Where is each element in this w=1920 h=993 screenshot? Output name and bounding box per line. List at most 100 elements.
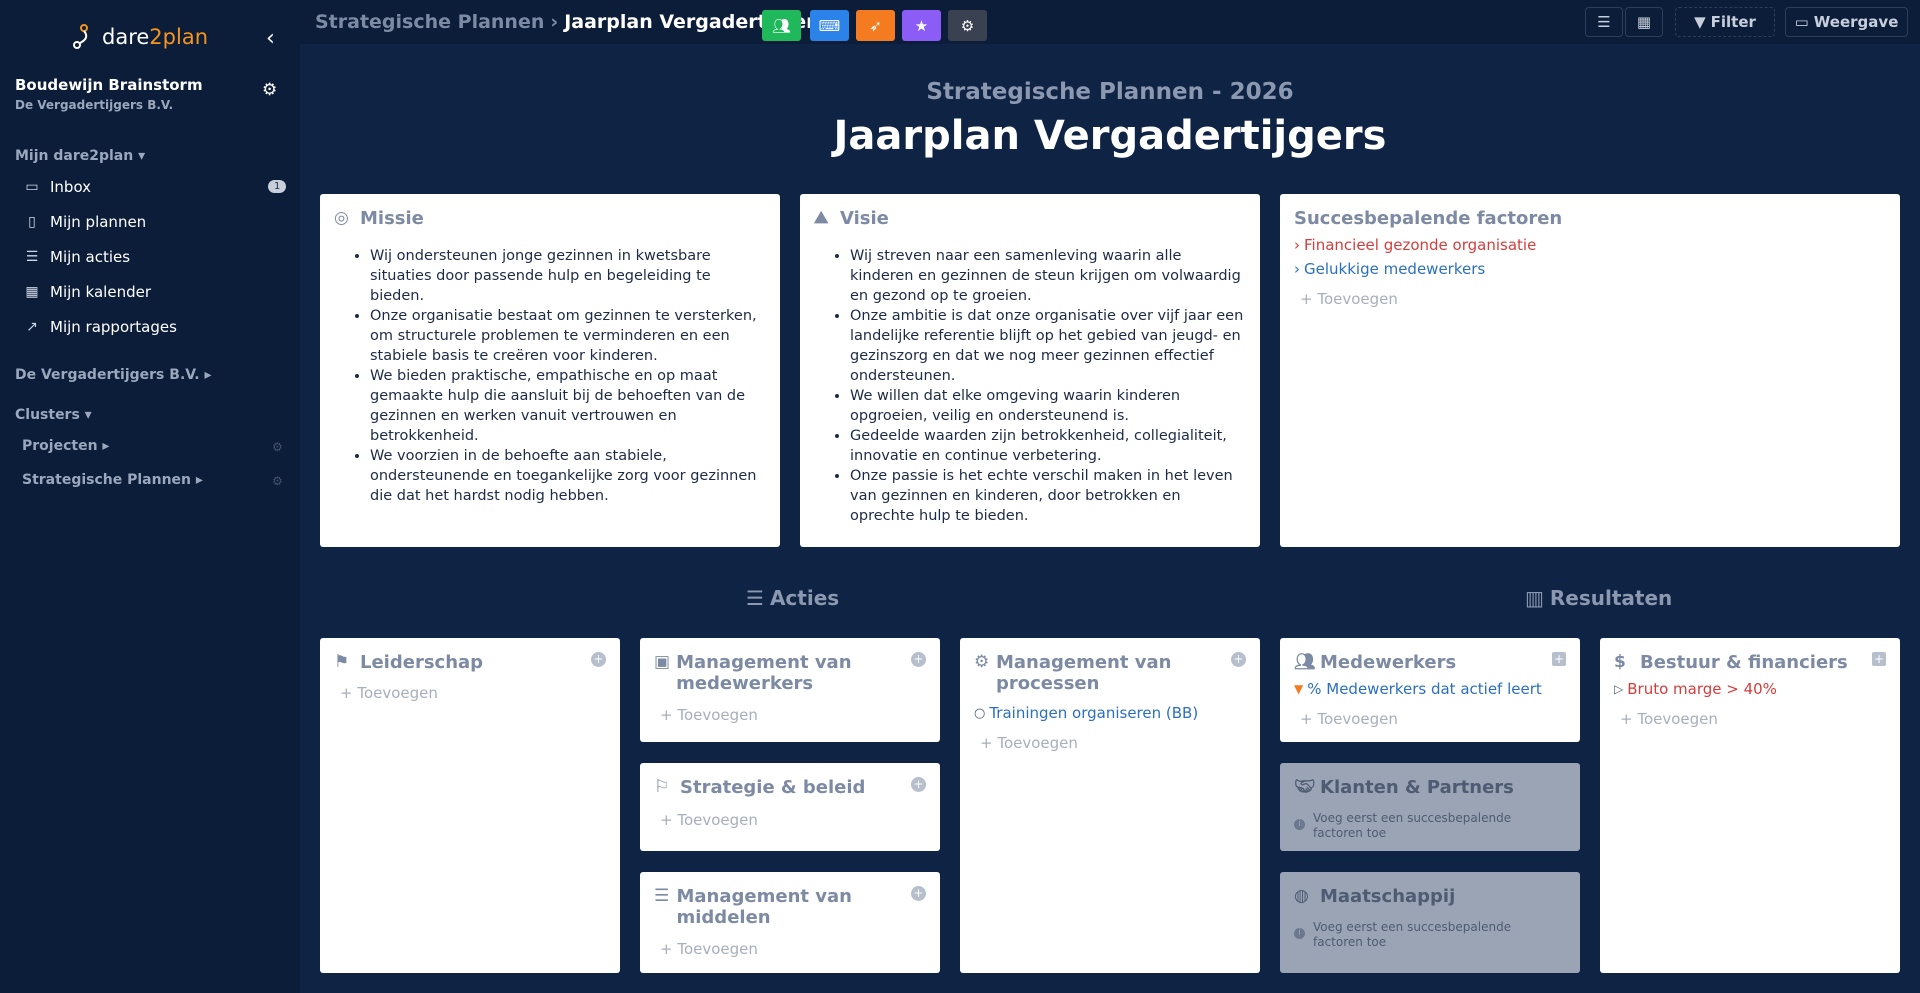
sbf-add-link[interactable]: + Toevoegen bbox=[1300, 290, 1398, 308]
sidebar-item-label: Mijn rapportages bbox=[50, 318, 177, 336]
missie-title: ◎ Missie bbox=[334, 208, 424, 229]
handshake-icon: 🤝︎ bbox=[1294, 777, 1316, 797]
mgmt-medewerkers-title: ▣ Management van medewerkers bbox=[654, 652, 904, 694]
grid-icon: ▦ bbox=[1636, 13, 1652, 31]
missie-title-text: Missie bbox=[360, 208, 424, 229]
collapse-sidebar-chevron-left-icon[interactable]: ‹ bbox=[266, 26, 275, 51]
inbox-count-badge: 1 bbox=[268, 180, 287, 193]
sidebar-item-mijn-rapportages[interactable]: ↗ Mijn rapportages bbox=[24, 318, 292, 336]
visie-title: ⛰ Visie bbox=[814, 208, 889, 229]
app-logo[interactable]: dare2plan bbox=[72, 22, 208, 52]
team-users-button[interactable]: 👥︎ bbox=[762, 10, 801, 41]
breadcrumb-chevron-icon: › bbox=[550, 11, 559, 33]
action-item-label: Trainingen organiseren (BB) bbox=[989, 704, 1199, 722]
money-bag-icon: $ bbox=[1614, 652, 1626, 672]
weergave-button[interactable]: ▭ Weergave bbox=[1785, 7, 1908, 37]
settings-gears-button[interactable]: ⚙ bbox=[948, 10, 987, 41]
sidebar-item-mijn-kalender[interactable]: ▦ Mijn kalender bbox=[24, 283, 292, 301]
section-mijn-dare2plan[interactable]: Mijn dare2plan ▾ bbox=[15, 148, 145, 164]
monitor-icon: ▭ bbox=[1794, 13, 1809, 31]
info-icon: i bbox=[1294, 819, 1305, 830]
sbf-item-financieel[interactable]: › Financieel gezonde organisatie bbox=[1294, 236, 1536, 254]
favorite-star-button[interactable]: ★ bbox=[902, 10, 941, 41]
rocket-button[interactable]: ➶ bbox=[856, 10, 895, 41]
leiderschap-title-text: Leiderschap bbox=[360, 652, 484, 673]
result-item-bruto-marge[interactable]: ▷ Bruto marge > 40% bbox=[1614, 680, 1777, 698]
mgmt-processen-title: ⚙ Management van processen bbox=[974, 652, 1224, 694]
mgmt-middelen-add-button[interactable]: + bbox=[911, 886, 926, 901]
signpost-icon: ⚐ bbox=[654, 777, 670, 797]
sidebar-item-mijn-plannen[interactable]: ▯ Mijn plannen bbox=[24, 213, 292, 231]
sidebar-item-inbox[interactable]: ▭ Inbox bbox=[24, 178, 292, 196]
cluster-strategische-plannen-gear-icon[interactable]: ⚙ bbox=[272, 474, 283, 488]
keyboard-button[interactable]: ⌨ bbox=[810, 10, 849, 41]
mgmt-middelen-title: ☰ Management van middelen bbox=[654, 886, 904, 928]
sidebar: dare2plan ‹ Boudewijn Brainstorm De Verg… bbox=[0, 0, 300, 993]
chart-line-icon: ↗ bbox=[26, 319, 38, 335]
cluster-projecten-gear-icon[interactable]: ⚙ bbox=[272, 440, 283, 454]
plan-subtitle: Strategische Plannen - 2026 bbox=[926, 79, 1294, 105]
result-item-medewerkers-leert[interactable]: ▼ % Medewerkers dat actief leert bbox=[1294, 680, 1542, 698]
maatschappij-title-text: Maatschappij bbox=[1320, 886, 1456, 907]
acties-heading-text: Acties bbox=[769, 586, 840, 610]
view-grid-button[interactable]: ▦ bbox=[1625, 7, 1663, 37]
klanten-partners-card: 🤝︎ Klanten & Partners i Voeg eerst een s… bbox=[1280, 763, 1580, 851]
mgmt-medewerkers-add-button[interactable]: + bbox=[911, 652, 926, 667]
resultaten-heading: ▥ Resultaten bbox=[1525, 586, 1672, 610]
user-name: Boudewijn Brainstorm bbox=[15, 76, 203, 94]
add-label: Toevoegen bbox=[997, 734, 1078, 752]
add-label: Toevoegen bbox=[1317, 290, 1398, 308]
strategie-add-link[interactable]: + Toevoegen bbox=[660, 811, 758, 829]
target-icon: ◎ bbox=[334, 208, 349, 228]
sidebar-item-label: Inbox bbox=[50, 178, 92, 196]
bestuur-add-link[interactable]: + Toevoegen bbox=[1620, 710, 1718, 728]
rows-icon: ☰ bbox=[1597, 13, 1611, 31]
medewerkers-card: 👥︎ Medewerkers + ▼ % Medewerkers dat act… bbox=[1280, 638, 1580, 742]
mgmt-medewerkers-add-link[interactable]: + Toevoegen bbox=[660, 706, 758, 724]
cluster-strategische-plannen[interactable]: Strategische Plannen ▸ bbox=[22, 472, 203, 488]
cluster-projecten[interactable]: Projecten ▸ bbox=[22, 438, 109, 454]
filter-button[interactable]: ▼ Filter bbox=[1675, 7, 1775, 37]
info-icon: i bbox=[1294, 928, 1305, 939]
klanten-title-text: Klanten & Partners bbox=[1320, 777, 1514, 798]
strategie-title-text: Strategie & beleid bbox=[680, 777, 866, 798]
medewerkers-add-button[interactable]: + bbox=[1552, 652, 1566, 666]
sbf-title: Succesbepalende factoren bbox=[1294, 208, 1563, 229]
resultaten-heading-text: Resultaten bbox=[1549, 586, 1673, 610]
chevron-right-icon: › bbox=[1294, 236, 1300, 254]
sidebar-item-mijn-acties[interactable]: ☰ Mijn acties bbox=[24, 248, 292, 266]
sbf-item-medewerkers[interactable]: › Gelukkige medewerkers bbox=[1294, 260, 1485, 278]
list-item: We bieden praktische, empathische en op … bbox=[370, 366, 768, 446]
user-settings-gear-icon[interactable]: ⚙ bbox=[262, 80, 277, 100]
maatschappij-note: i Voeg eerst een succesbepalende factore… bbox=[1294, 920, 1564, 950]
visie-card: ⛰ Visie Wij streven naar een samenleving… bbox=[800, 194, 1260, 547]
logo-icon bbox=[73, 24, 88, 49]
section-organisation[interactable]: De Vergadertijgers B.V. ▸ bbox=[15, 367, 212, 383]
section-clusters[interactable]: Clusters ▾ bbox=[15, 407, 92, 423]
leiderschap-add-button[interactable]: + bbox=[591, 652, 606, 667]
mountain-icon: ⛰ bbox=[814, 208, 829, 228]
mgmt-processen-add-button[interactable]: + bbox=[1231, 652, 1246, 667]
bestuur-card: $ Bestuur & financiers + ▷ Bruto marge >… bbox=[1600, 638, 1900, 973]
visie-title-text: Visie bbox=[840, 208, 889, 229]
leiderschap-add-link[interactable]: + Toevoegen bbox=[340, 684, 438, 702]
view-list-button[interactable]: ☰ bbox=[1585, 7, 1623, 37]
mgmt-medewerkers-title-text: Management van medewerkers bbox=[676, 652, 852, 694]
bestuur-add-button[interactable]: + bbox=[1872, 652, 1886, 666]
users-icon: 👥︎ bbox=[1294, 652, 1316, 672]
klanten-title: 🤝︎ Klanten & Partners bbox=[1294, 777, 1514, 798]
strategie-add-button[interactable]: + bbox=[911, 777, 926, 792]
flag-icon: ⚑ bbox=[334, 652, 350, 672]
breadcrumb-parent[interactable]: Strategische Plannen bbox=[315, 11, 544, 33]
plan-title: Jaarplan Vergadertijgers bbox=[833, 113, 1387, 159]
maatschappij-card: ◍ Maatschappij i Voeg eerst een succesbe… bbox=[1280, 872, 1580, 973]
note-text: Voeg eerst een succesbepalende factoren … bbox=[1313, 920, 1512, 949]
missie-list: Wij ondersteunen jonge gezinnen in kwets… bbox=[358, 246, 768, 506]
medewerkers-add-link[interactable]: + Toevoegen bbox=[1300, 710, 1398, 728]
add-label: Toevoegen bbox=[1317, 710, 1398, 728]
sbf-item-label: Financieel gezonde organisatie bbox=[1304, 236, 1537, 254]
mgmt-middelen-add-link[interactable]: + Toevoegen bbox=[660, 940, 758, 958]
mgmt-processen-add-link[interactable]: + Toevoegen bbox=[980, 734, 1078, 752]
acties-heading: ☰ Acties bbox=[746, 586, 839, 610]
action-item-trainingen[interactable]: ○ Trainingen organiseren (BB) bbox=[974, 704, 1198, 722]
